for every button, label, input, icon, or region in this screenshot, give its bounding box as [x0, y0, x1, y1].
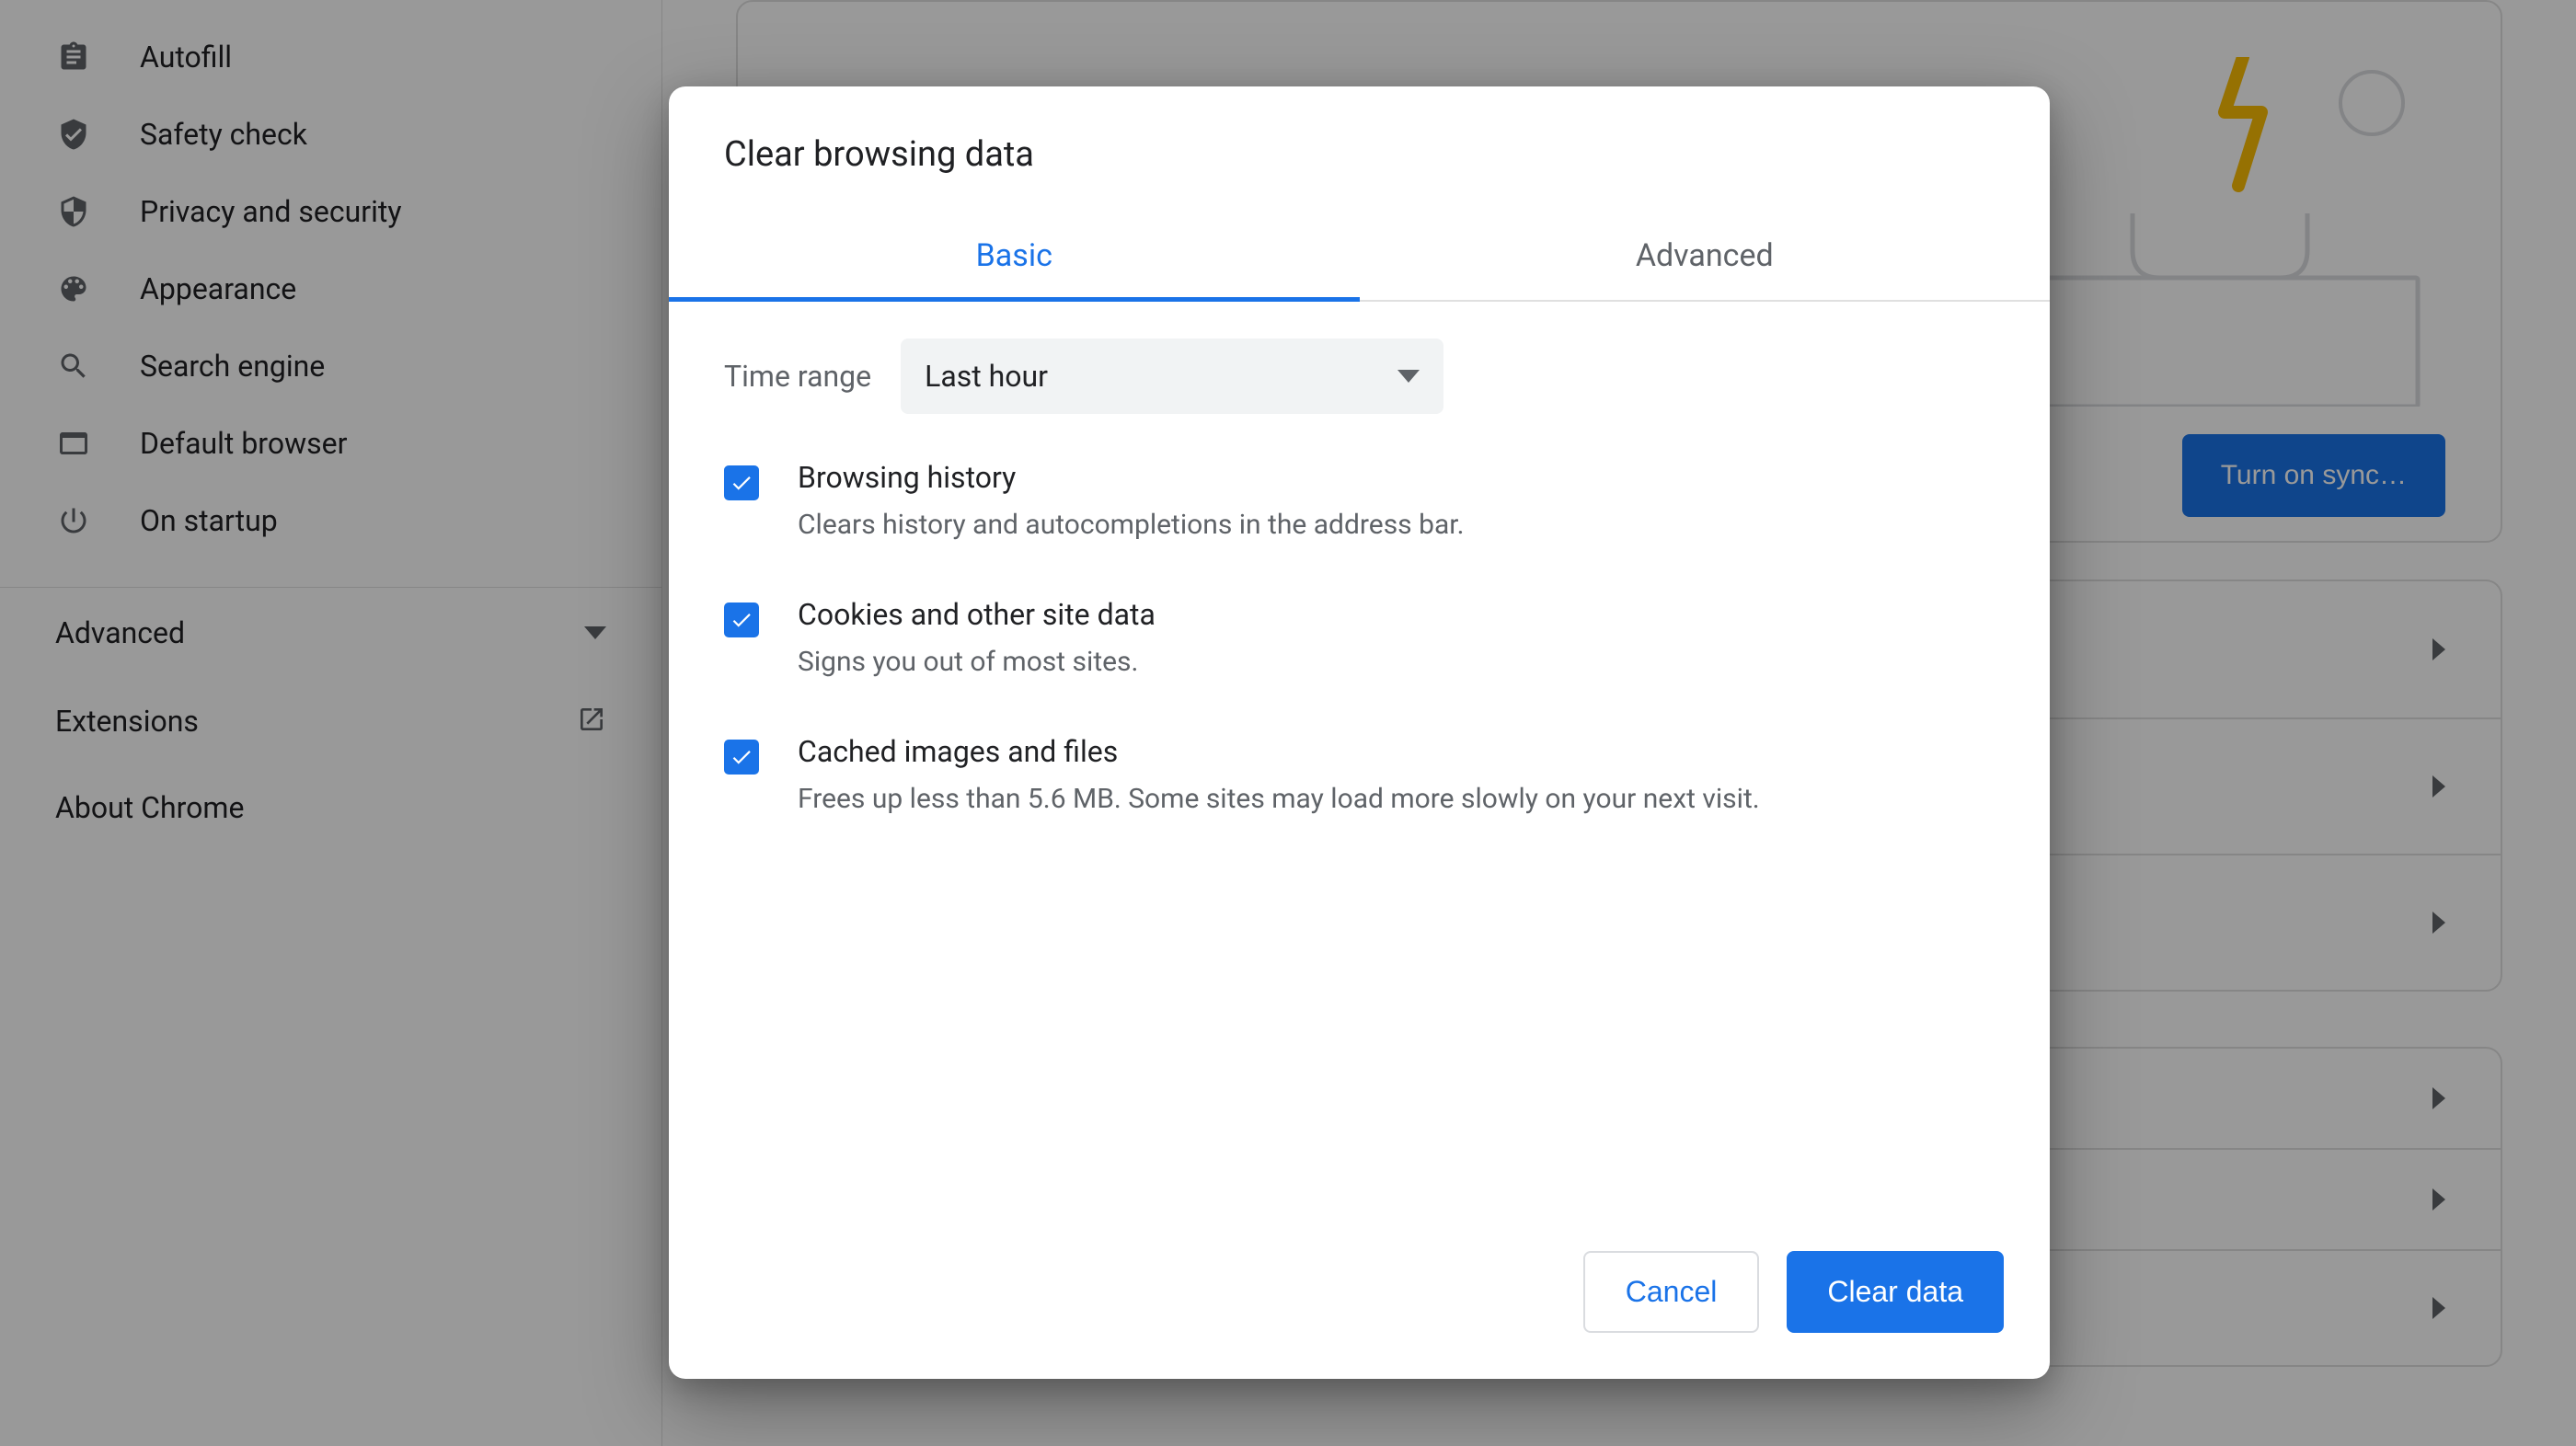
cancel-button[interactable]: Cancel: [1583, 1251, 1760, 1333]
dialog-title: Clear browsing data: [669, 86, 2050, 212]
chevron-down-icon: [1397, 370, 1420, 383]
option-title: Browsing history: [798, 460, 1995, 495]
tab-basic-label: Basic: [976, 237, 1052, 274]
option-cache: Cached images and files Frees up less th…: [724, 734, 1995, 820]
tab-advanced[interactable]: Advanced: [1360, 212, 2051, 300]
option-browsing-history: Browsing history Clears history and auto…: [724, 460, 1995, 545]
tab-basic[interactable]: Basic: [669, 212, 1360, 300]
dialog-footer: Cancel Clear data: [669, 1214, 2050, 1379]
option-title: Cached images and files: [798, 734, 1995, 769]
option-cookies: Cookies and other site data Signs you ou…: [724, 597, 1995, 683]
checkbox-cache[interactable]: [724, 740, 759, 775]
checkbox-browsing-history[interactable]: [724, 465, 759, 500]
time-range-row: Time range Last hour: [724, 339, 1995, 414]
option-title: Cookies and other site data: [798, 597, 1995, 632]
option-text: Browsing history Clears history and auto…: [798, 460, 1995, 545]
option-desc: Clears history and autocompletions in th…: [798, 504, 1995, 545]
option-desc: Frees up less than 5.6 MB. Some sites ma…: [798, 778, 1995, 820]
time-range-select[interactable]: Last hour: [901, 339, 1443, 414]
option-text: Cached images and files Frees up less th…: [798, 734, 1995, 820]
cancel-button-label: Cancel: [1626, 1275, 1718, 1308]
time-range-label: Time range: [724, 359, 871, 394]
option-text: Cookies and other site data Signs you ou…: [798, 597, 1995, 683]
time-range-value: Last hour: [925, 359, 1048, 394]
option-desc: Signs you out of most sites.: [798, 641, 1995, 683]
clear-data-button-label: Clear data: [1827, 1275, 1963, 1308]
clear-browsing-data-dialog: Clear browsing data Basic Advanced Time …: [669, 86, 2050, 1379]
dialog-body: Time range Last hour Browsing history Cl…: [669, 302, 2050, 1214]
tab-advanced-label: Advanced: [1636, 237, 1774, 274]
dialog-tabs: Basic Advanced: [669, 212, 2050, 302]
clear-data-button[interactable]: Clear data: [1787, 1251, 2004, 1333]
checkbox-cookies[interactable]: [724, 602, 759, 637]
